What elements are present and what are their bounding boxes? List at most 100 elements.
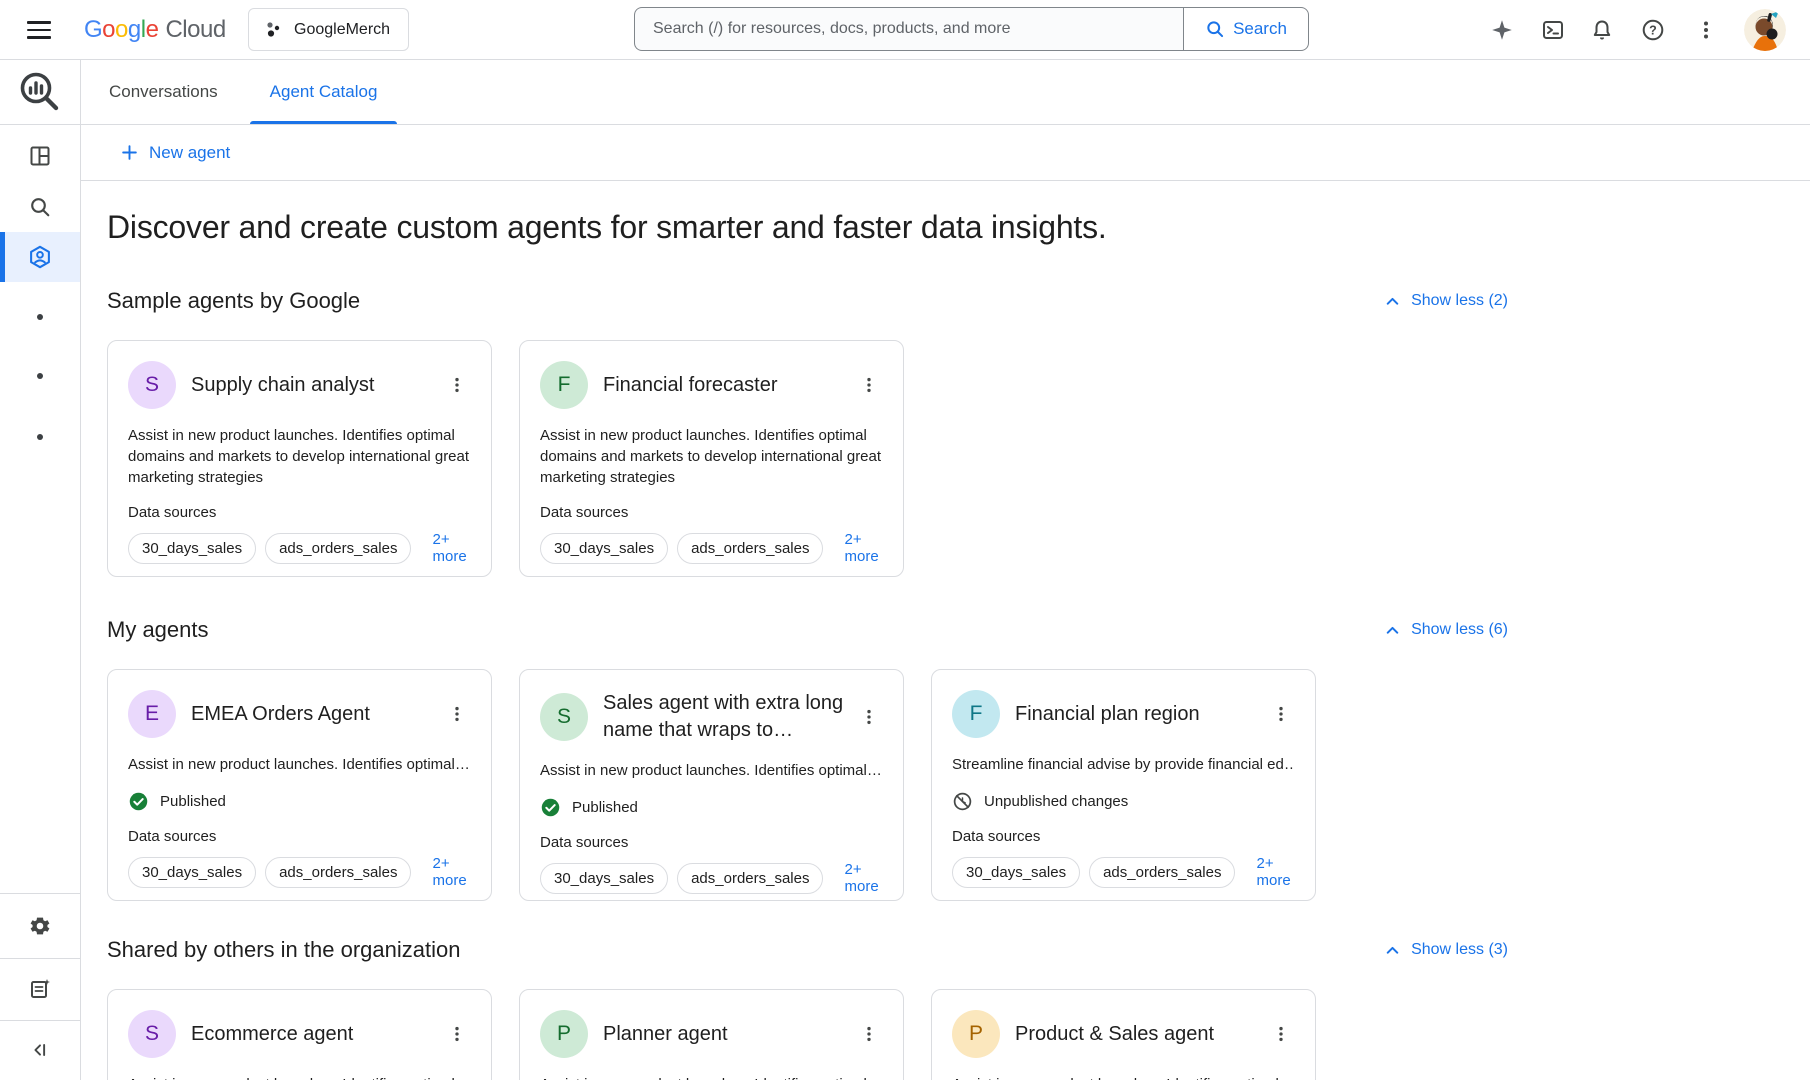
search-button[interactable]: Search	[1183, 7, 1309, 51]
agent-title[interactable]: Planner agent	[603, 1021, 855, 1048]
chevron-up-icon	[1383, 292, 1402, 311]
page-title: Discover and create custom agents for sm…	[107, 209, 1508, 246]
data-sources-label: Data sources	[952, 828, 1295, 845]
more-data-sources-link[interactable]: 2+ more	[432, 855, 471, 889]
agent-card[interactable]: P Product & Sales agent Assist in new pr…	[931, 989, 1316, 1080]
show-less-link[interactable]: Show less (6)	[1383, 621, 1508, 640]
sidebar-item-dot-2[interactable]	[0, 373, 80, 379]
agent-title[interactable]: Financial forecaster	[603, 372, 855, 399]
agent-title[interactable]: Product & Sales agent	[1015, 1021, 1267, 1048]
agent-avatar: P	[952, 1010, 1000, 1058]
more-options-icon[interactable]	[1694, 18, 1718, 42]
card-menu-button[interactable]	[1267, 1020, 1295, 1048]
kebab-menu-icon	[447, 375, 467, 395]
agent-card[interactable]: E EMEA Orders Agent Assist in new produc…	[107, 669, 492, 901]
divider	[0, 893, 80, 894]
card-menu-button[interactable]	[443, 1020, 471, 1048]
card-menu-button[interactable]	[855, 703, 883, 731]
gemini-sparkle-icon[interactable]	[1490, 18, 1514, 42]
sidebar-item-search[interactable]	[0, 182, 80, 232]
sidebar-item-dashboards[interactable]	[0, 131, 80, 181]
google-cloud-logo: Google Cloud	[84, 0, 226, 60]
data-source-chip[interactable]: ads_orders_sales	[265, 857, 411, 888]
project-name: GoogleMerch	[294, 21, 390, 39]
divider	[0, 1020, 80, 1021]
more-data-sources-link[interactable]: 2+ more	[1256, 855, 1295, 889]
search-icon	[1205, 19, 1225, 39]
agent-card[interactable]: S Ecommerce agent Assist in new product …	[107, 989, 492, 1080]
agent-title[interactable]: Financial plan region	[1015, 701, 1267, 728]
data-source-chip[interactable]: 30_days_sales	[540, 863, 668, 894]
more-data-sources-link[interactable]: 2+ more	[844, 861, 883, 895]
agent-title[interactable]: Ecommerce agent	[191, 1021, 443, 1048]
data-source-chip[interactable]: ads_orders_sales	[677, 533, 823, 564]
chevron-up-icon	[1383, 621, 1402, 640]
agent-card[interactable]: S Sales agent with extra long name that …	[519, 669, 904, 901]
published-icon	[540, 797, 561, 818]
agent-card[interactable]: F Financial plan region Streamline finan…	[931, 669, 1316, 901]
sidebar-item-settings[interactable]	[0, 901, 80, 951]
data-source-chip[interactable]: ads_orders_sales	[1089, 857, 1235, 888]
agent-title[interactable]: EMEA Orders Agent	[191, 701, 443, 728]
agent-card[interactable]: P Planner agent Assist in new product la…	[519, 989, 904, 1080]
agent-avatar: S	[128, 361, 176, 409]
card-menu-button[interactable]	[443, 371, 471, 399]
sidebar-item-dot-3[interactable]	[0, 434, 80, 440]
more-data-sources-link[interactable]: 2+ more	[432, 531, 471, 565]
sidebar-item-dot-1[interactable]	[0, 314, 80, 320]
conversational-analytics-logo	[0, 60, 80, 125]
card-menu-button[interactable]	[855, 371, 883, 399]
agent-avatar: P	[540, 1010, 588, 1058]
cloud-shell-icon[interactable]	[1541, 18, 1565, 42]
data-source-chip[interactable]: ads_orders_sales	[265, 533, 411, 564]
card-menu-button[interactable]	[855, 1020, 883, 1048]
status-label: Unpublished changes	[984, 793, 1128, 810]
agent-title[interactable]: Supply chain analyst	[191, 372, 443, 399]
new-agent-button[interactable]: New agent	[120, 143, 230, 163]
show-less-label: Show less (6)	[1411, 621, 1508, 639]
section-title: Sample agents by Google	[107, 288, 360, 314]
card-menu-button[interactable]	[1267, 700, 1295, 728]
section-sample-agents: Sample agents by Google Show less (2) S S…	[107, 288, 1508, 577]
data-source-chip[interactable]: 30_days_sales	[952, 857, 1080, 888]
search-input[interactable]	[634, 7, 1183, 51]
user-avatar[interactable]	[1744, 9, 1786, 51]
published-icon	[128, 791, 149, 812]
show-less-link[interactable]: Show less (2)	[1383, 292, 1508, 311]
kebab-menu-icon	[859, 1024, 879, 1044]
tab-bar: Conversations Agent Catalog	[81, 60, 1810, 125]
agent-status: Published	[128, 791, 471, 812]
agent-title[interactable]: Sales agent with extra long name that wr…	[603, 690, 855, 744]
card-grid: S Supply chain analyst Assist in new pro…	[107, 340, 1508, 577]
data-source-chip[interactable]: 30_days_sales	[540, 533, 668, 564]
data-source-chip[interactable]: ads_orders_sales	[677, 863, 823, 894]
agent-card[interactable]: F Financial forecaster Assist in new pro…	[519, 340, 904, 577]
sidebar-item-release-notes[interactable]	[0, 964, 80, 1014]
notifications-bell-icon[interactable]	[1590, 18, 1614, 42]
card-menu-button[interactable]	[443, 700, 471, 728]
project-selector[interactable]: GoogleMerch	[248, 8, 409, 51]
data-source-chip[interactable]: 30_days_sales	[128, 533, 256, 564]
tab-conversations[interactable]: Conversations	[83, 60, 244, 124]
data-source-chip[interactable]: 30_days_sales	[128, 857, 256, 888]
card-grid: S Ecommerce agent Assist in new product …	[107, 989, 1508, 1080]
agent-card[interactable]: S Supply chain analyst Assist in new pro…	[107, 340, 492, 577]
tab-agent-catalog[interactable]: Agent Catalog	[244, 60, 404, 124]
collapse-panel-button[interactable]	[0, 1025, 80, 1075]
data-sources-row: 30_days_sales ads_orders_sales 2+ more	[952, 855, 1295, 889]
data-sources-row: 30_days_sales ads_orders_sales 2+ more	[540, 861, 883, 895]
main-menu-icon[interactable]	[22, 14, 56, 46]
sidebar-item-agents[interactable]	[0, 232, 80, 282]
agent-avatar: F	[952, 690, 1000, 738]
agent-description: Assist in new product launches. Identifi…	[540, 760, 883, 781]
more-data-sources-link[interactable]: 2+ more	[844, 531, 883, 565]
status-label: Published	[572, 799, 638, 816]
show-less-link[interactable]: Show less (3)	[1383, 941, 1508, 960]
global-search: Search	[634, 7, 1309, 51]
data-sources-row: 30_days_sales ads_orders_sales 2+ more	[540, 531, 883, 565]
help-icon[interactable]: ?	[1641, 18, 1665, 42]
data-sources-row: 30_days_sales ads_orders_sales 2+ more	[128, 531, 471, 565]
kebab-menu-icon	[447, 704, 467, 724]
kebab-menu-icon	[447, 1024, 467, 1044]
data-sources-label: Data sources	[540, 834, 883, 851]
